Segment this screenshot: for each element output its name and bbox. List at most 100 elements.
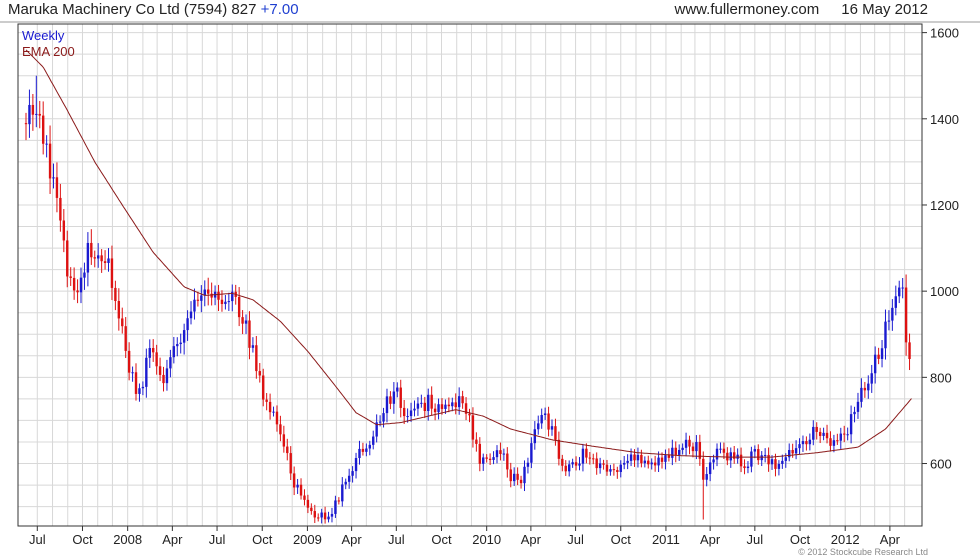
candle-body	[502, 453, 506, 455]
candle-body	[475, 439, 478, 444]
candle-body	[344, 481, 347, 485]
candle-body	[609, 469, 612, 472]
candle-body	[743, 466, 746, 469]
candle-body	[849, 414, 853, 435]
candle-body	[894, 296, 897, 308]
candle-body	[540, 414, 543, 424]
candle-body	[306, 499, 310, 508]
candle-body	[127, 350, 131, 373]
candle-body	[653, 462, 657, 466]
candle-body	[103, 261, 107, 263]
ema-line	[25, 49, 912, 458]
candle-body	[777, 463, 781, 469]
candle-body	[165, 368, 169, 384]
candle-body	[781, 460, 784, 464]
candle-body	[176, 344, 179, 347]
candle-body	[660, 457, 664, 462]
candle-body	[24, 123, 28, 125]
candle-body	[382, 413, 385, 422]
candle-body	[712, 459, 715, 463]
candle-body	[829, 438, 832, 446]
candle-body	[557, 439, 561, 459]
candle-body	[433, 408, 437, 413]
candle-body	[406, 416, 409, 418]
candle-body	[399, 387, 402, 408]
candle-body	[148, 348, 151, 358]
x-tick-label: Jul	[29, 532, 46, 547]
candle-body	[341, 484, 344, 502]
candle-body	[626, 460, 629, 463]
candle-body	[574, 462, 578, 466]
candle-body	[499, 450, 502, 454]
candle-body	[877, 354, 880, 359]
y-tick-label: 800	[930, 370, 952, 385]
candle-body	[695, 442, 698, 452]
candle-body	[416, 403, 420, 409]
copyright-text: © 2012 Stockcube Research Ltd	[798, 547, 928, 557]
candle-body	[898, 287, 901, 297]
candle-body	[193, 299, 196, 312]
candle-body	[189, 311, 193, 319]
candle-body	[750, 451, 753, 467]
legend-ema: EMA 200	[22, 44, 75, 59]
candle-body	[83, 272, 86, 278]
candle-body	[210, 293, 213, 298]
candle-body	[585, 448, 588, 458]
candle-body	[220, 299, 224, 305]
candle-body	[121, 318, 124, 327]
candle-body	[798, 444, 801, 449]
candle-body	[622, 462, 626, 465]
candle-body	[409, 410, 413, 417]
candle-body	[248, 320, 251, 348]
candle-body	[592, 458, 595, 460]
candle-body	[100, 255, 103, 262]
candle-body	[633, 454, 636, 461]
candle-body	[733, 452, 736, 459]
candle-body	[533, 429, 537, 444]
candle-body	[901, 287, 904, 289]
x-tick-label: Apr	[880, 532, 901, 547]
candle-body	[588, 457, 592, 459]
candle-body	[217, 291, 220, 300]
candle-body	[76, 290, 79, 293]
candle-body	[488, 458, 492, 460]
candle-body	[110, 258, 114, 288]
candle-body	[846, 434, 849, 436]
candle-body	[124, 326, 127, 351]
candle-body	[843, 433, 846, 435]
candle-body	[629, 454, 633, 461]
candle-body	[863, 387, 867, 391]
candle-body	[891, 307, 894, 321]
candle-body	[867, 383, 870, 391]
candle-body	[461, 396, 464, 404]
candle-body	[279, 424, 282, 435]
candle-body	[808, 439, 812, 445]
candle-body	[678, 449, 681, 455]
candle-body	[605, 464, 609, 472]
candle-body	[578, 463, 581, 466]
x-tick-label: Oct	[790, 532, 811, 547]
candle-body	[368, 444, 371, 449]
candle-body	[794, 448, 798, 454]
candle-body	[729, 452, 732, 461]
candle-body	[636, 454, 640, 461]
candle-body	[337, 500, 341, 502]
candle-body	[908, 342, 911, 359]
candle-body	[114, 287, 117, 302]
candle-body	[372, 436, 375, 445]
candle-body	[640, 454, 643, 464]
candle-body	[251, 345, 255, 348]
candle-body	[512, 473, 516, 482]
candle-body	[801, 441, 805, 445]
candle-body	[643, 460, 647, 464]
x-tick-label: Apr	[162, 532, 183, 547]
candle-body	[684, 439, 688, 448]
candle-body	[753, 449, 757, 452]
candle-body	[244, 320, 248, 324]
candle-body	[90, 242, 93, 258]
y-tick-label: 1200	[930, 198, 959, 213]
candle-body	[739, 454, 743, 467]
candle-body	[664, 455, 667, 462]
candle-body	[296, 484, 299, 488]
x-tick-label: 2011	[652, 532, 680, 547]
